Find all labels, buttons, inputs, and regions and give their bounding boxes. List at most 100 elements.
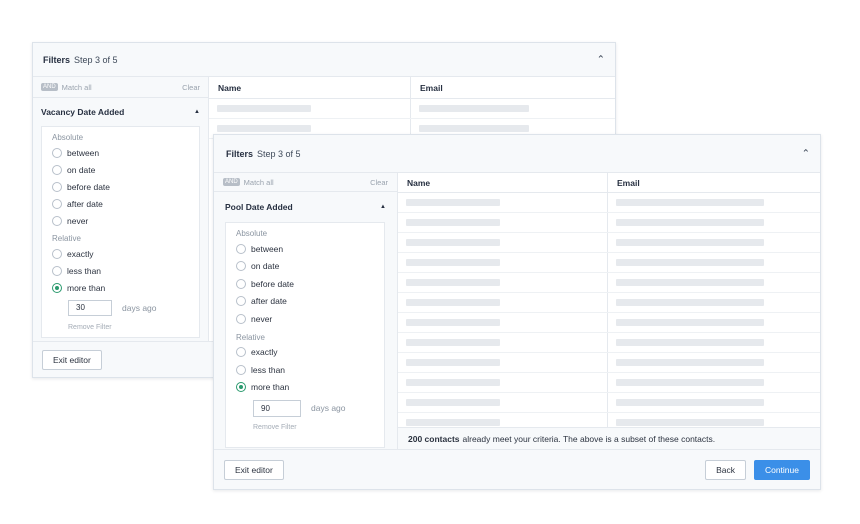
- option-after-date[interactable]: after date: [236, 293, 376, 311]
- table-header: Name Email: [398, 173, 820, 193]
- option-between[interactable]: between: [52, 144, 191, 161]
- email-cell: [608, 233, 764, 252]
- name-cell: [209, 99, 411, 118]
- option-label: after date: [67, 198, 103, 209]
- filter-group-header[interactable]: Pool Date Added ▲: [214, 192, 397, 222]
- table-row[interactable]: [398, 373, 820, 393]
- option-never[interactable]: never: [236, 310, 376, 328]
- caret-up-icon[interactable]: ▲: [194, 109, 200, 115]
- name-cell: [398, 333, 608, 352]
- radio-selected-icon[interactable]: [52, 282, 62, 293]
- summary-bar: 200 contacts already meet your criteria.…: [398, 427, 820, 449]
- filter-group-title: Pool Date Added: [225, 202, 293, 212]
- name-cell: [398, 313, 608, 332]
- option-exactly[interactable]: exactly: [236, 344, 376, 362]
- placeholder-bar: [217, 125, 311, 132]
- email-cell: [411, 99, 529, 118]
- table-row[interactable]: [398, 193, 820, 213]
- radio-icon[interactable]: [52, 181, 62, 192]
- table-row[interactable]: [398, 353, 820, 373]
- option-label: on date: [251, 261, 280, 272]
- placeholder-bar: [406, 219, 500, 226]
- radio-icon[interactable]: [236, 296, 246, 307]
- table-row[interactable]: [398, 293, 820, 313]
- radio-icon[interactable]: [236, 261, 246, 272]
- and-badge[interactable]: AND: [223, 178, 240, 186]
- match-all-label: Match all: [61, 82, 92, 92]
- radio-icon[interactable]: [52, 198, 62, 209]
- option-on-date[interactable]: on date: [52, 161, 191, 178]
- days-input[interactable]: 30: [68, 300, 112, 316]
- radio-icon[interactable]: [52, 164, 62, 175]
- radio-icon[interactable]: [52, 147, 62, 158]
- absolute-label: Absolute: [52, 133, 84, 142]
- clear-link[interactable]: Clear: [182, 83, 200, 92]
- radio-selected-icon[interactable]: [236, 382, 246, 393]
- column-email[interactable]: Email: [411, 77, 443, 98]
- placeholder-bar: [616, 319, 764, 326]
- filters-panel-front: Filters Step 3 of 5 ⌃ AND Match all Clea…: [213, 134, 821, 490]
- table-row[interactable]: [398, 253, 820, 273]
- column-name[interactable]: Name: [209, 77, 411, 98]
- radio-icon[interactable]: [52, 215, 62, 226]
- table-row[interactable]: [398, 273, 820, 293]
- days-input[interactable]: 90: [253, 399, 301, 417]
- table-row[interactable]: [398, 213, 820, 233]
- chevron-up-icon[interactable]: ⌃: [802, 148, 810, 159]
- filter-group-header[interactable]: Vacancy Date Added ▲: [33, 98, 208, 126]
- option-before-date[interactable]: before date: [236, 275, 376, 293]
- option-more-than[interactable]: more than: [236, 379, 376, 397]
- radio-icon[interactable]: [52, 248, 62, 259]
- radio-icon[interactable]: [236, 347, 246, 358]
- option-label: more than: [67, 282, 106, 293]
- table-row[interactable]: [398, 233, 820, 253]
- caret-up-icon[interactable]: ▲: [380, 204, 386, 210]
- clear-link[interactable]: Clear: [370, 178, 388, 187]
- radio-icon[interactable]: [236, 243, 246, 254]
- option-before-date[interactable]: before date: [52, 178, 191, 195]
- days-unit: days ago: [311, 403, 346, 413]
- table-row[interactable]: [398, 313, 820, 333]
- radio-icon[interactable]: [236, 364, 246, 375]
- placeholder-bar: [616, 239, 764, 246]
- email-cell: [608, 373, 764, 392]
- placeholder-bar: [406, 419, 500, 426]
- placeholder-bar: [419, 125, 529, 132]
- chevron-up-icon[interactable]: ⌃: [597, 54, 605, 65]
- radio-icon[interactable]: [236, 278, 246, 289]
- remove-filter-link[interactable]: Remove Filter: [253, 424, 376, 431]
- option-more-than[interactable]: more than: [52, 279, 191, 296]
- name-cell: [398, 193, 608, 212]
- filter-sidebar: AND Match all Clear Vacancy Date Added ▲…: [33, 77, 209, 341]
- email-cell: [608, 193, 764, 212]
- summary-count: 200 contacts: [408, 433, 460, 444]
- option-after-date[interactable]: after date: [52, 195, 191, 212]
- option-on-date[interactable]: on date: [236, 258, 376, 276]
- relative-label: Relative: [236, 332, 265, 342]
- remove-filter-link[interactable]: Remove Filter: [68, 324, 191, 331]
- radio-icon[interactable]: [236, 313, 246, 324]
- table-row[interactable]: [209, 99, 615, 119]
- option-never[interactable]: never: [52, 212, 191, 229]
- option-label: between: [67, 147, 100, 158]
- option-between[interactable]: between: [236, 240, 376, 258]
- continue-button[interactable]: Continue: [753, 459, 810, 480]
- table-row[interactable]: [398, 393, 820, 413]
- option-label: between: [251, 243, 284, 254]
- exit-editor-button[interactable]: Exit editor: [224, 459, 284, 480]
- column-name[interactable]: Name: [398, 173, 608, 192]
- panel-step: Step 3 of 5: [257, 148, 301, 159]
- option-less-than[interactable]: less than: [52, 262, 191, 279]
- summary-text: already meet your criteria. The above is…: [462, 433, 716, 444]
- table-row[interactable]: [398, 333, 820, 353]
- option-less-than[interactable]: less than: [236, 361, 376, 379]
- panel-title: Filters: [226, 148, 254, 159]
- and-badge[interactable]: AND: [41, 83, 58, 91]
- name-cell: [398, 273, 608, 292]
- exit-editor-button[interactable]: Exit editor: [42, 349, 102, 370]
- column-email[interactable]: Email: [608, 173, 640, 192]
- option-exactly[interactable]: exactly: [52, 245, 191, 262]
- back-button[interactable]: Back: [705, 459, 746, 480]
- email-cell: [608, 333, 764, 352]
- radio-icon[interactable]: [52, 265, 62, 276]
